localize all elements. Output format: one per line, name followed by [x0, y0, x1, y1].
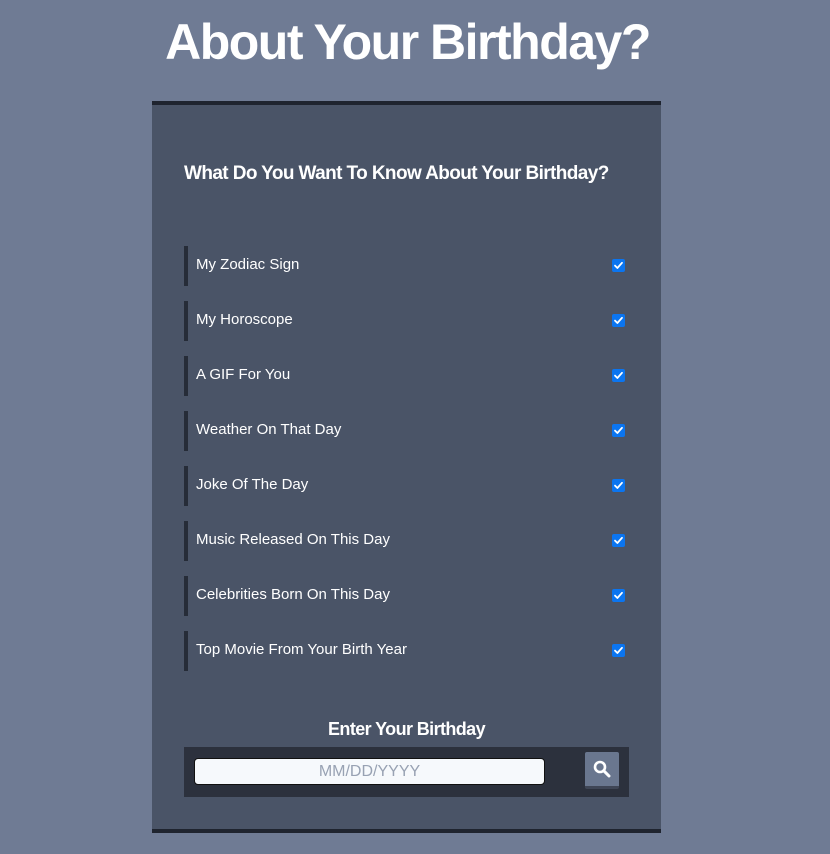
option-weather[interactable]: Weather On That Day [184, 411, 629, 451]
option-celebrities[interactable]: Celebrities Born On This Day [184, 576, 629, 616]
zodiac-sign-checkbox[interactable] [612, 259, 625, 272]
option-label: Joke Of The Day [196, 476, 309, 493]
horoscope-checkbox[interactable] [612, 314, 625, 327]
option-joke[interactable]: Joke Of The Day [184, 466, 629, 506]
search-button[interactable] [585, 752, 619, 789]
birthday-label: Enter Your Birthday [328, 719, 486, 739]
option-top-movie[interactable]: Top Movie From Your Birth Year [184, 631, 629, 671]
birthday-input[interactable] [194, 758, 545, 785]
joke-checkbox[interactable] [612, 479, 625, 492]
celebrities-checkbox[interactable] [612, 589, 625, 602]
birthday-form-card: What Do You Want To Know About Your Birt… [152, 101, 661, 833]
option-label: Top Movie From Your Birth Year [196, 641, 407, 658]
option-zodiac-sign[interactable]: My Zodiac Sign [184, 246, 629, 286]
gif-checkbox[interactable] [612, 369, 625, 382]
form-heading: What Do You Want To Know About Your Birt… [184, 163, 609, 184]
option-label: Celebrities Born On This Day [196, 586, 390, 603]
option-label: A GIF For You [196, 366, 291, 383]
top-movie-checkbox[interactable] [612, 644, 625, 657]
music-checkbox[interactable] [612, 534, 625, 547]
birthday-input-bar [184, 747, 629, 797]
option-horoscope[interactable]: My Horoscope [184, 301, 629, 341]
option-label: Weather On That Day [196, 421, 342, 438]
option-music[interactable]: Music Released On This Day [184, 521, 629, 561]
page-title: About Your Birthday? [165, 14, 651, 70]
option-label: My Zodiac Sign [196, 256, 300, 273]
weather-checkbox[interactable] [612, 424, 625, 437]
option-gif[interactable]: A GIF For You [184, 356, 629, 396]
option-label: Music Released On This Day [196, 531, 390, 548]
option-label: My Horoscope [196, 311, 293, 328]
